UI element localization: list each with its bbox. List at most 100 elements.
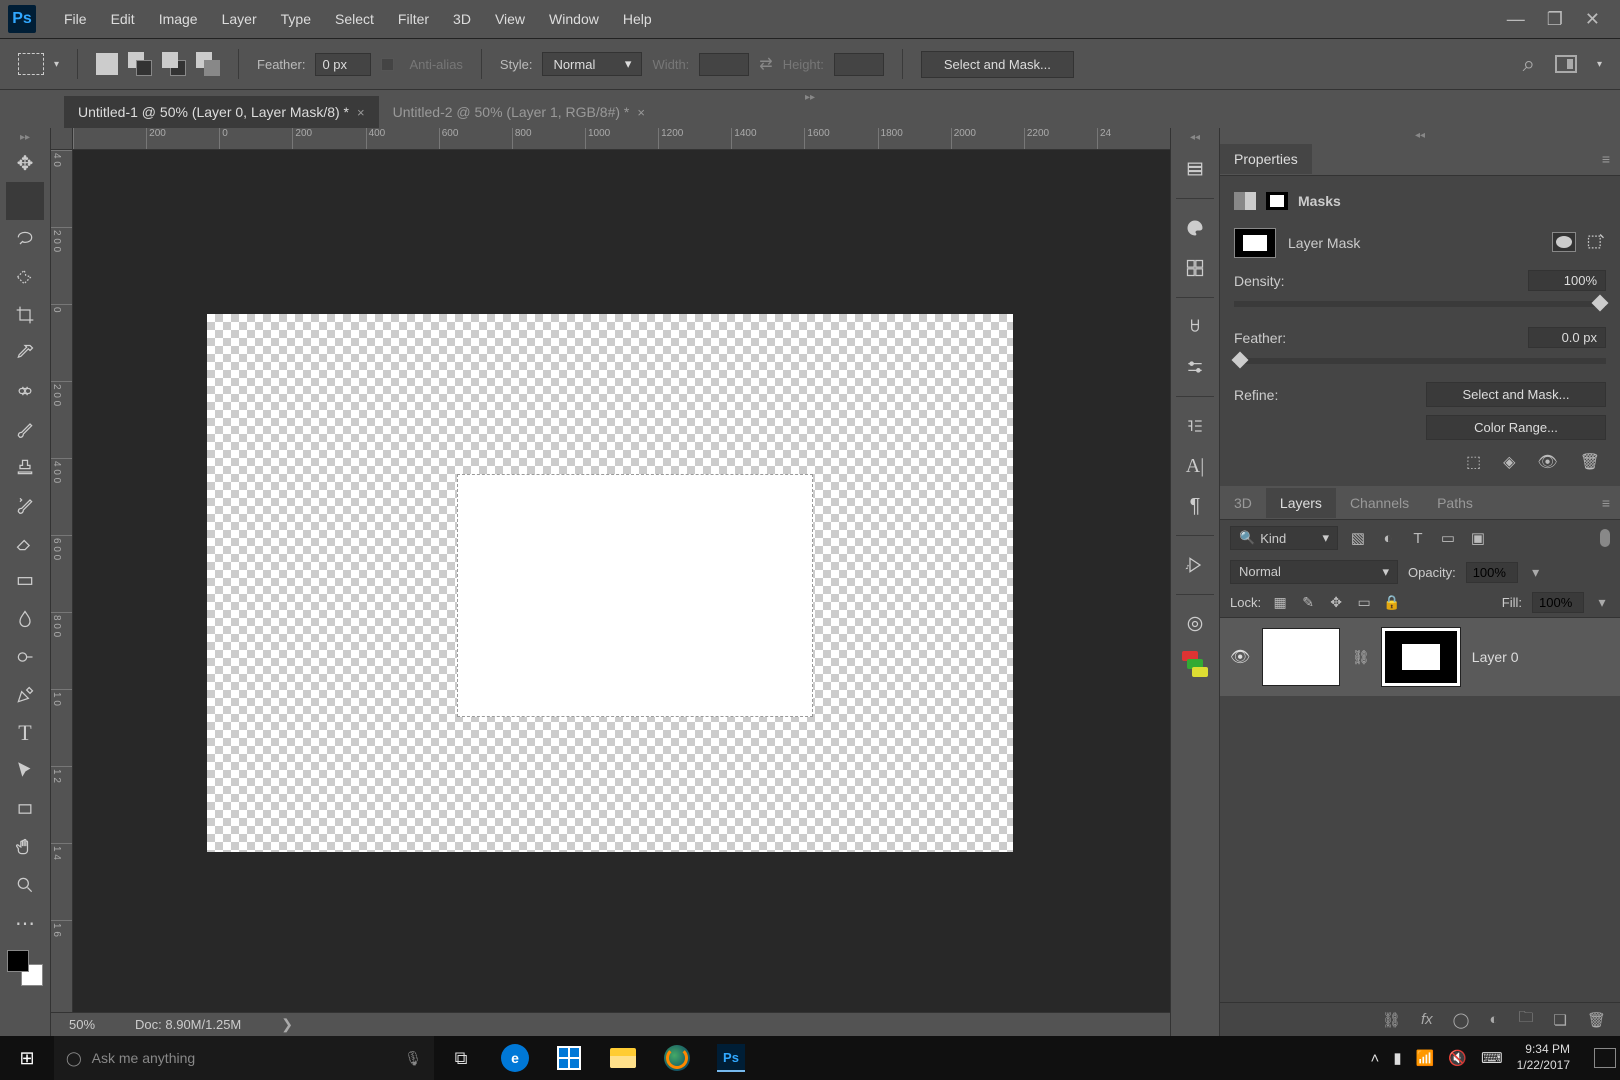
filter-smart-icon[interactable]: ▣ bbox=[1468, 529, 1488, 547]
layer-list[interactable]: 👁 ⛓ Layer 0 bbox=[1220, 618, 1620, 1002]
tray-chevron-icon[interactable]: ˄ bbox=[1371, 1050, 1380, 1067]
search-icon[interactable]: ⌕ bbox=[1523, 51, 1535, 77]
filter-pixel-icon[interactable]: ▧ bbox=[1348, 529, 1368, 547]
ruler-origin[interactable] bbox=[51, 128, 73, 150]
hand-tool[interactable] bbox=[6, 828, 44, 866]
close-tab-icon[interactable]: × bbox=[637, 105, 645, 120]
healing-tool[interactable] bbox=[6, 372, 44, 410]
firefox-app[interactable] bbox=[652, 1041, 702, 1075]
marquee-tool[interactable] bbox=[6, 182, 44, 220]
paragraph-icon[interactable]: ¶ bbox=[1180, 491, 1210, 521]
horizontal-ruler[interactable]: 2000200400600800100012001400160018002000… bbox=[73, 128, 1170, 150]
document-tab-1[interactable]: Untitled-1 @ 50% (Layer 0, Layer Mask/8)… bbox=[64, 96, 379, 128]
menu-layer[interactable]: Layer bbox=[210, 5, 269, 33]
intersect-selection-icon[interactable] bbox=[196, 52, 220, 76]
photoshop-app[interactable]: Ps bbox=[706, 1041, 756, 1075]
foreground-background-colors[interactable] bbox=[7, 950, 43, 986]
menu-type[interactable]: Type bbox=[269, 5, 323, 33]
select-and-mask-button[interactable]: Select and Mask... bbox=[921, 51, 1074, 78]
new-adjustment-icon[interactable]: ◐ bbox=[1489, 1011, 1498, 1028]
layer-name-label[interactable]: Layer 0 bbox=[1472, 649, 1519, 665]
status-menu-icon[interactable]: ❯ bbox=[281, 1016, 293, 1033]
add-selection-icon[interactable] bbox=[128, 52, 152, 76]
layer-thumbnail[interactable] bbox=[1262, 628, 1340, 686]
adjustments-icon[interactable] bbox=[1180, 352, 1210, 382]
character-icon[interactable]: A| bbox=[1180, 451, 1210, 481]
paragraph-styles-icon[interactable] bbox=[1180, 411, 1210, 441]
fill-input[interactable] bbox=[1532, 592, 1584, 613]
new-selection-icon[interactable] bbox=[96, 53, 118, 75]
quick-select-tool[interactable] bbox=[6, 258, 44, 296]
text-tool[interactable]: T bbox=[6, 714, 44, 752]
subtract-selection-icon[interactable] bbox=[162, 52, 186, 76]
maximize-button[interactable]: ❐ bbox=[1547, 9, 1563, 30]
strip-grip[interactable]: ◂◂ bbox=[1171, 130, 1219, 144]
shape-tool[interactable] bbox=[6, 790, 44, 828]
tab-channels[interactable]: Channels bbox=[1336, 488, 1423, 518]
battery-icon[interactable]: ▮ bbox=[1393, 1049, 1401, 1067]
history-icon[interactable] bbox=[1180, 154, 1210, 184]
path-select-tool[interactable] bbox=[6, 752, 44, 790]
tab-3d[interactable]: 3D bbox=[1220, 488, 1266, 518]
zoom-level[interactable]: 50% bbox=[69, 1017, 95, 1032]
lock-all-icon[interactable]: 🔒 bbox=[1383, 594, 1401, 611]
pixel-mask-icon[interactable] bbox=[1234, 192, 1256, 210]
delete-mask-icon[interactable]: 🗑 bbox=[1580, 452, 1600, 472]
props-feather-input[interactable] bbox=[1528, 327, 1606, 348]
menu-edit[interactable]: Edit bbox=[99, 5, 147, 33]
opacity-dropdown[interactable]: ▾ bbox=[1528, 564, 1544, 581]
eraser-tool[interactable] bbox=[6, 524, 44, 562]
minimize-button[interactable]: — bbox=[1507, 9, 1525, 30]
fill-dropdown[interactable]: ▾ bbox=[1594, 594, 1610, 611]
task-view-icon[interactable]: ⧉ bbox=[434, 1048, 488, 1069]
new-layer-icon[interactable]: ❏ bbox=[1554, 1011, 1567, 1029]
pen-tool[interactable] bbox=[6, 676, 44, 714]
history-brush-tool[interactable] bbox=[6, 486, 44, 524]
density-input[interactable] bbox=[1528, 270, 1606, 291]
filter-kind-select[interactable]: 🔍Kind▾ bbox=[1230, 526, 1338, 550]
workspace-dropdown[interactable]: ▾ bbox=[1597, 59, 1602, 70]
workspace-icon[interactable] bbox=[1555, 55, 1577, 73]
canvas-area[interactable]: 2000200400600800100012001400160018002000… bbox=[51, 128, 1170, 1036]
close-tab-icon[interactable]: × bbox=[357, 105, 365, 120]
filter-shape-icon[interactable]: ▭ bbox=[1438, 529, 1458, 547]
refine-select-mask-button[interactable]: Select and Mask... bbox=[1426, 382, 1606, 407]
mask-thumbnail[interactable] bbox=[1234, 228, 1276, 258]
layer-comps-icon[interactable] bbox=[1180, 649, 1210, 679]
style-select[interactable]: Normal▾ bbox=[542, 52, 642, 76]
tool-preset-dropdown[interactable]: ▾ bbox=[54, 59, 59, 70]
feather-input[interactable] bbox=[315, 53, 371, 76]
crop-tool[interactable] bbox=[6, 296, 44, 334]
doc-size[interactable]: Doc: 8.90M/1.25M bbox=[135, 1017, 241, 1032]
menu-select[interactable]: Select bbox=[323, 5, 386, 33]
new-group-icon[interactable]: 🗀 bbox=[1518, 1007, 1533, 1032]
menu-file[interactable]: File bbox=[52, 5, 99, 33]
filter-type-icon[interactable]: T bbox=[1408, 530, 1428, 547]
dodge-tool[interactable] bbox=[6, 638, 44, 676]
more-tools[interactable]: ⋯ bbox=[6, 904, 44, 942]
gradient-tool[interactable] bbox=[6, 562, 44, 600]
layer-mask-mode-icon[interactable] bbox=[1266, 192, 1288, 210]
menu-window[interactable]: Window bbox=[537, 5, 611, 33]
color-range-button[interactable]: Color Range... bbox=[1426, 415, 1606, 440]
stamp-tool[interactable] bbox=[6, 448, 44, 486]
feather-slider[interactable] bbox=[1234, 358, 1606, 364]
keyboard-icon[interactable]: ⌨ bbox=[1481, 1049, 1503, 1067]
panel-menu-icon[interactable]: ≡ bbox=[1602, 151, 1620, 167]
disable-mask-icon[interactable]: 👁 bbox=[1537, 452, 1557, 472]
document-canvas[interactable] bbox=[207, 314, 1013, 852]
add-mask-icon[interactable]: ◯ bbox=[1453, 1011, 1470, 1029]
layer-style-icon[interactable]: fx bbox=[1421, 1011, 1433, 1028]
apply-mask-icon[interactable]: ◈ bbox=[1503, 452, 1515, 472]
filter-toggle[interactable] bbox=[1600, 529, 1610, 547]
tab-layers[interactable]: Layers bbox=[1266, 488, 1336, 518]
current-tool-icon[interactable] bbox=[18, 53, 44, 75]
store-app[interactable] bbox=[544, 1041, 594, 1075]
menu-view[interactable]: View bbox=[483, 5, 537, 33]
mic-icon[interactable]: 🎙 bbox=[404, 1050, 422, 1067]
libraries-icon[interactable] bbox=[1180, 609, 1210, 639]
clock[interactable]: 9:34 PM 1/22/2017 bbox=[1517, 1042, 1580, 1073]
filter-adjust-icon[interactable]: ◐ bbox=[1378, 530, 1398, 547]
start-button[interactable]: ⊞ bbox=[0, 1048, 54, 1069]
lock-image-icon[interactable]: ✎ bbox=[1299, 594, 1317, 611]
